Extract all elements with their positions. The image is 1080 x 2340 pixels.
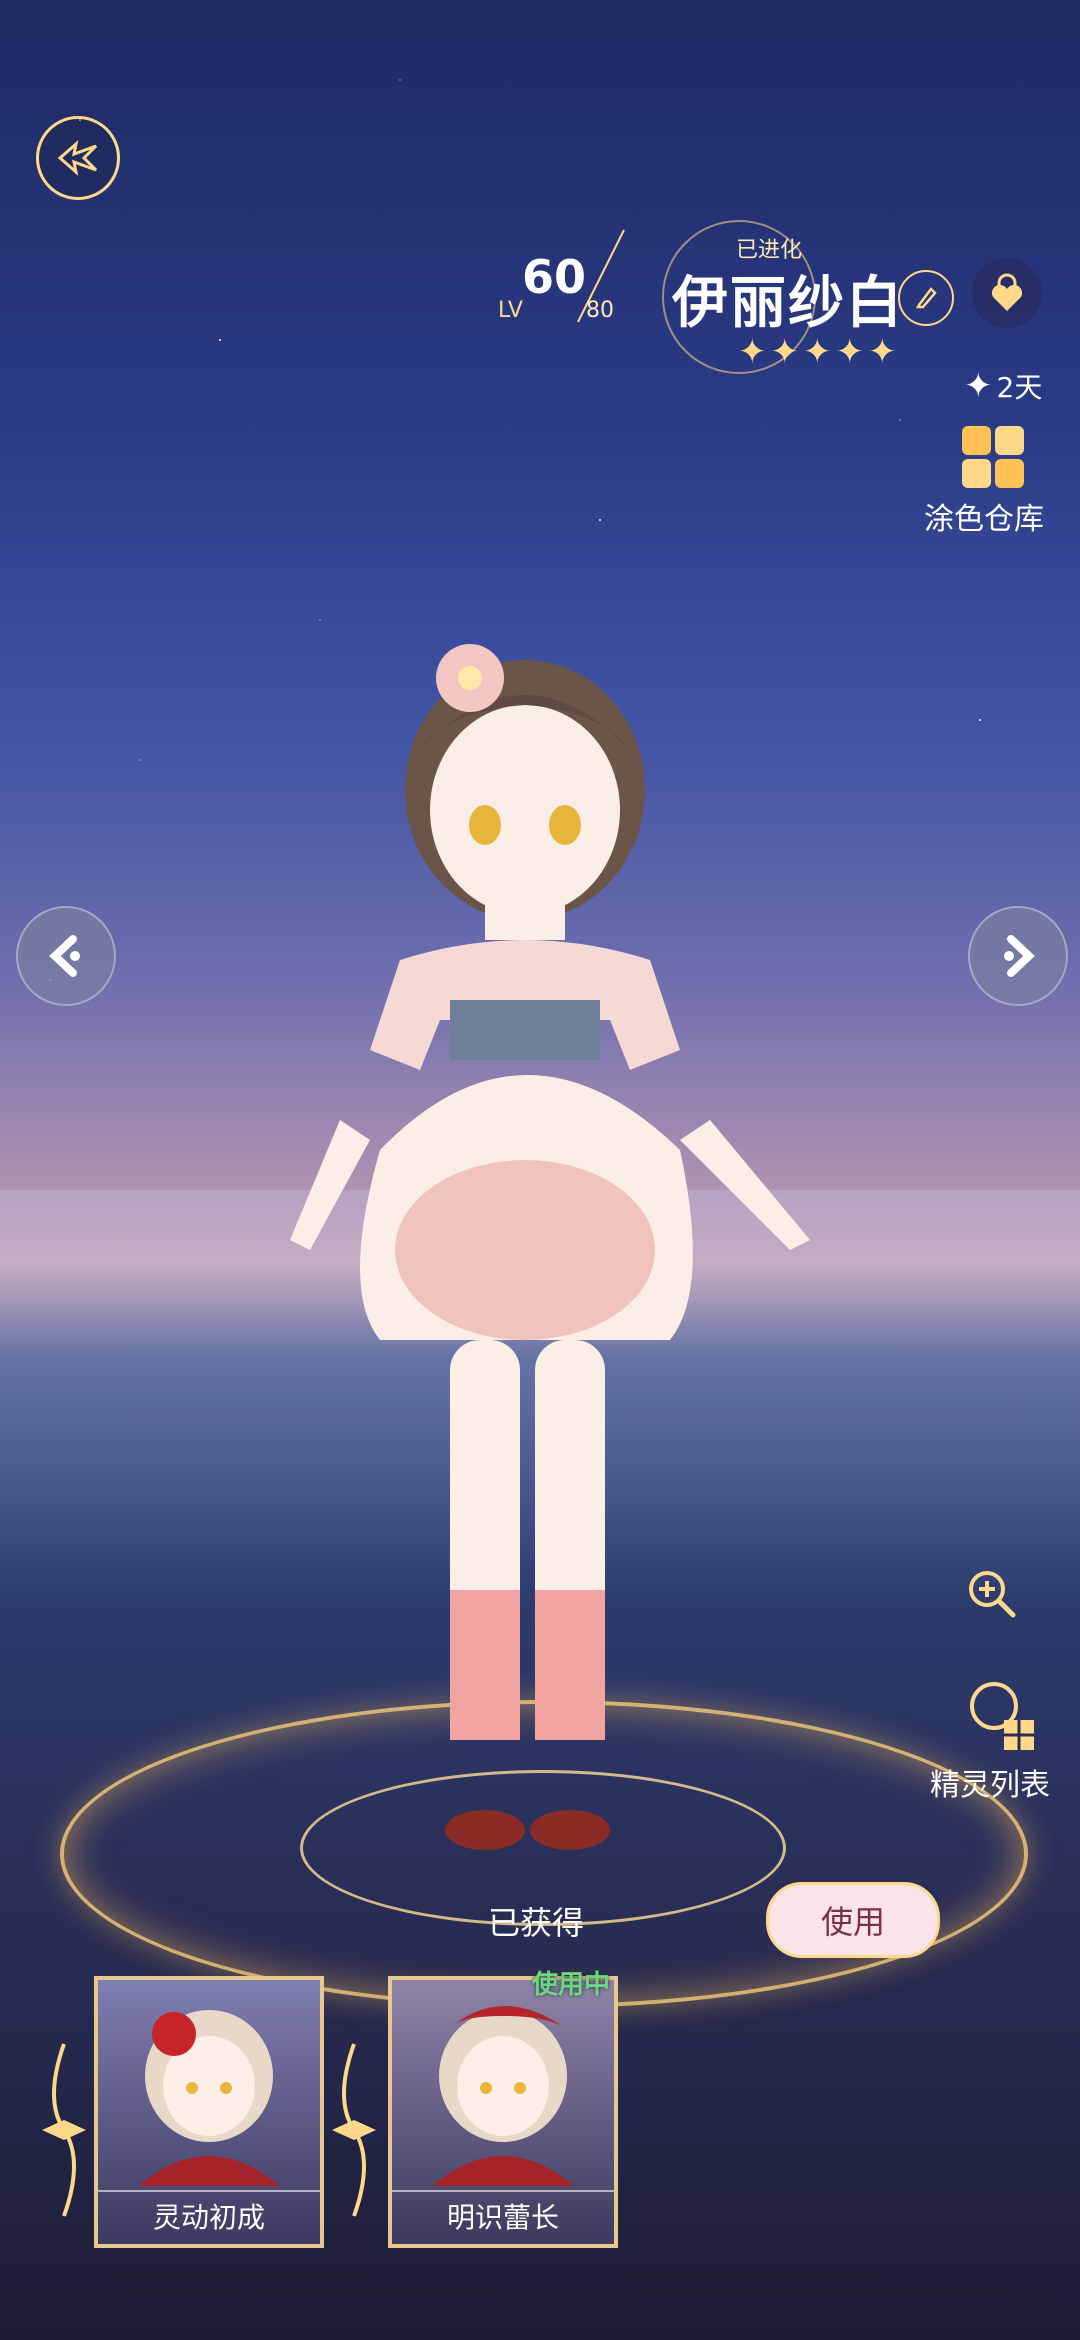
star-icon: ✦: [770, 332, 800, 372]
back-button[interactable]: [36, 116, 120, 200]
palette-icon: [962, 426, 1024, 488]
level-prefix: LV: [498, 298, 523, 323]
character-model: [290, 644, 810, 1850]
timer: ✦ 2天: [964, 366, 1042, 406]
chevron-left-icon: [49, 935, 80, 977]
lock-button[interactable]: [972, 258, 1042, 328]
in-use-badge: 使用中: [532, 1970, 611, 2000]
outfit-portrait: [432, 2006, 574, 2186]
left-ornament: [42, 2043, 86, 2217]
outfit-name: 明识蕾长: [392, 2190, 614, 2236]
use-button-label: 使用: [820, 1903, 885, 1941]
star-icon: ✦: [835, 332, 865, 372]
pencil-icon: [915, 287, 937, 309]
use-button[interactable]: 使用: [766, 1882, 940, 1958]
color-warehouse-button[interactable]: 涂色仓库: [920, 420, 1070, 537]
star-icon: ✦: [738, 332, 767, 372]
star-icon: ✦: [803, 332, 832, 372]
heart-lock-icon: [991, 273, 1023, 311]
color-warehouse-label: 涂色仓库: [924, 502, 1044, 537]
character-name: 伊丽纱白: [672, 271, 904, 336]
obtained-label: 已获得: [488, 1904, 585, 1942]
outfit-card-selected[interactable]: 明识蕾长: [388, 1976, 618, 2248]
sparkle-icon: ✦: [964, 366, 993, 406]
spirit-list-label: 精灵列表: [930, 1768, 1050, 1803]
name-block: 已进化 伊丽纱白 ✦ ✦ ✦ ✦ ✦: [662, 220, 962, 374]
prev-character-button[interactable]: [16, 906, 116, 1006]
outfit-card[interactable]: 灵动初成: [94, 1976, 324, 2248]
rename-button[interactable]: [898, 270, 954, 326]
outfit-portrait: [138, 2010, 280, 2186]
spirit-list-icon: [970, 1682, 1034, 1750]
wing-back-icon: [57, 139, 98, 177]
timer-text: 2天: [996, 371, 1043, 404]
zoom-in-icon: [969, 1571, 1016, 1618]
level-block: LV 60 80: [496, 229, 646, 330]
chevron-right-icon: [1004, 935, 1035, 977]
next-character-button[interactable]: [968, 906, 1068, 1006]
outfit-name: 灵动初成: [98, 2190, 320, 2236]
level-max: 80: [586, 298, 614, 323]
middle-ornament: [332, 2043, 376, 2217]
zoom-button[interactable]: [958, 1560, 1024, 1626]
spirit-list-button[interactable]: 精灵列表: [926, 1676, 1076, 1806]
star-icon: ✦: [868, 332, 897, 372]
star-rating: ✦ ✦ ✦ ✦ ✦: [738, 332, 897, 372]
